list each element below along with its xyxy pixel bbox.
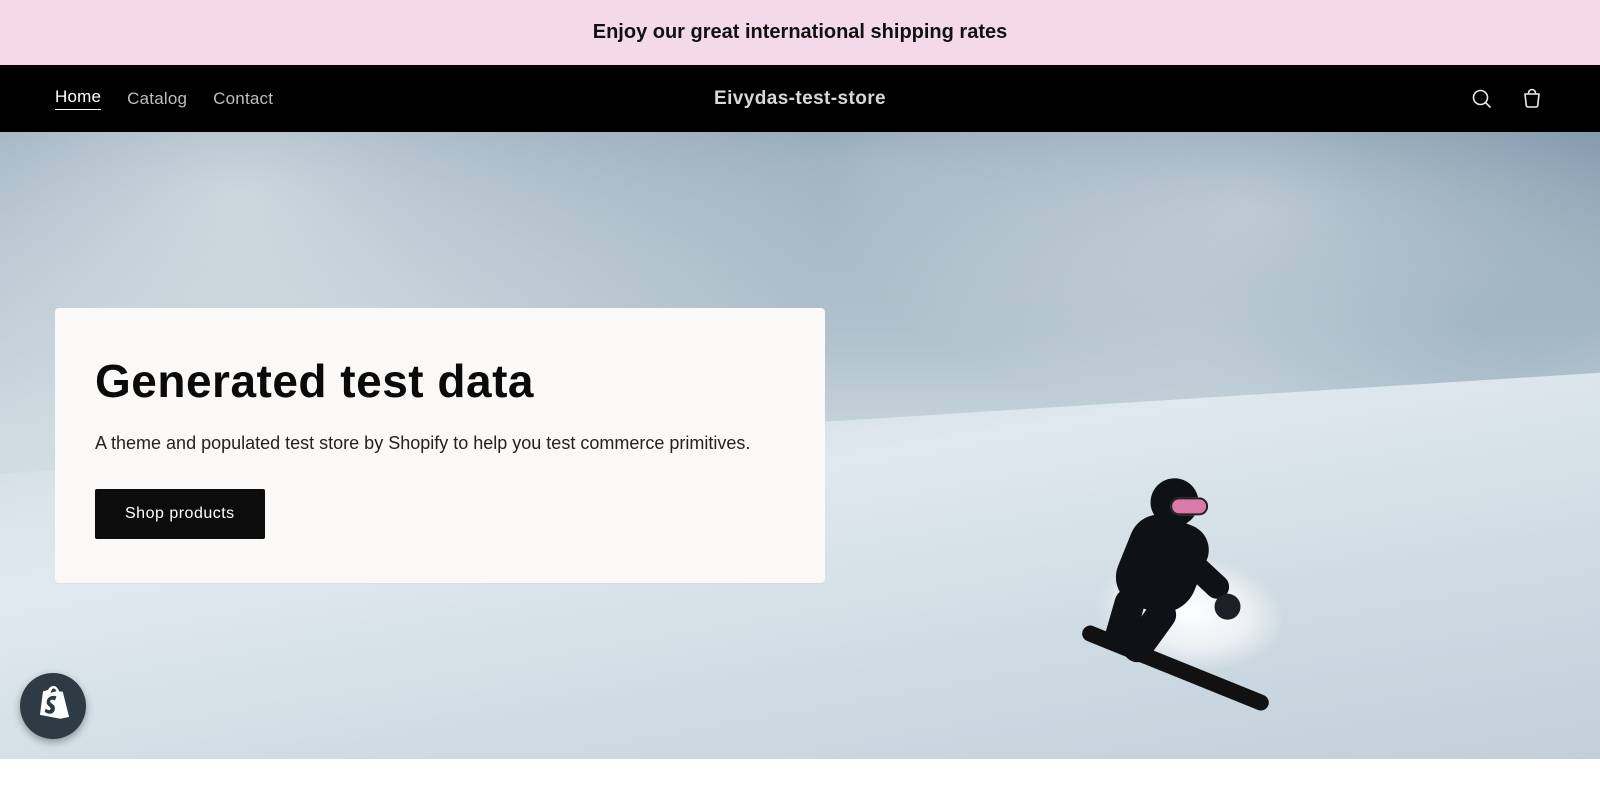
announcement-bar: Enjoy our great international shipping r…	[0, 0, 1600, 65]
store-name[interactable]: Eivydas-test-store	[714, 88, 886, 110]
announcement-text: Enjoy our great international shipping r…	[593, 21, 1008, 44]
footer-gap	[0, 759, 1600, 790]
shop-products-button[interactable]: Shop products	[95, 489, 265, 539]
shopify-bag-icon	[36, 685, 70, 728]
nav-catalog[interactable]: Catalog	[127, 89, 187, 109]
hero-title: Generated test data	[95, 354, 785, 408]
nav-home[interactable]: Home	[55, 87, 101, 110]
nav-contact[interactable]: Contact	[213, 89, 273, 109]
hero-snowboarder	[1045, 449, 1275, 705]
shopify-badge[interactable]	[20, 673, 86, 739]
cart-icon[interactable]	[1519, 86, 1545, 112]
hero-section: Generated test data A theme and populate…	[0, 132, 1600, 759]
header-icons	[1469, 86, 1545, 112]
hero-card: Generated test data A theme and populate…	[55, 308, 825, 583]
main-nav: Home Catalog Contact	[55, 87, 273, 110]
hero-subtitle: A theme and populated test store by Shop…	[95, 430, 785, 457]
site-header: Home Catalog Contact Eivydas-test-store	[0, 65, 1600, 132]
search-icon[interactable]	[1469, 86, 1495, 112]
